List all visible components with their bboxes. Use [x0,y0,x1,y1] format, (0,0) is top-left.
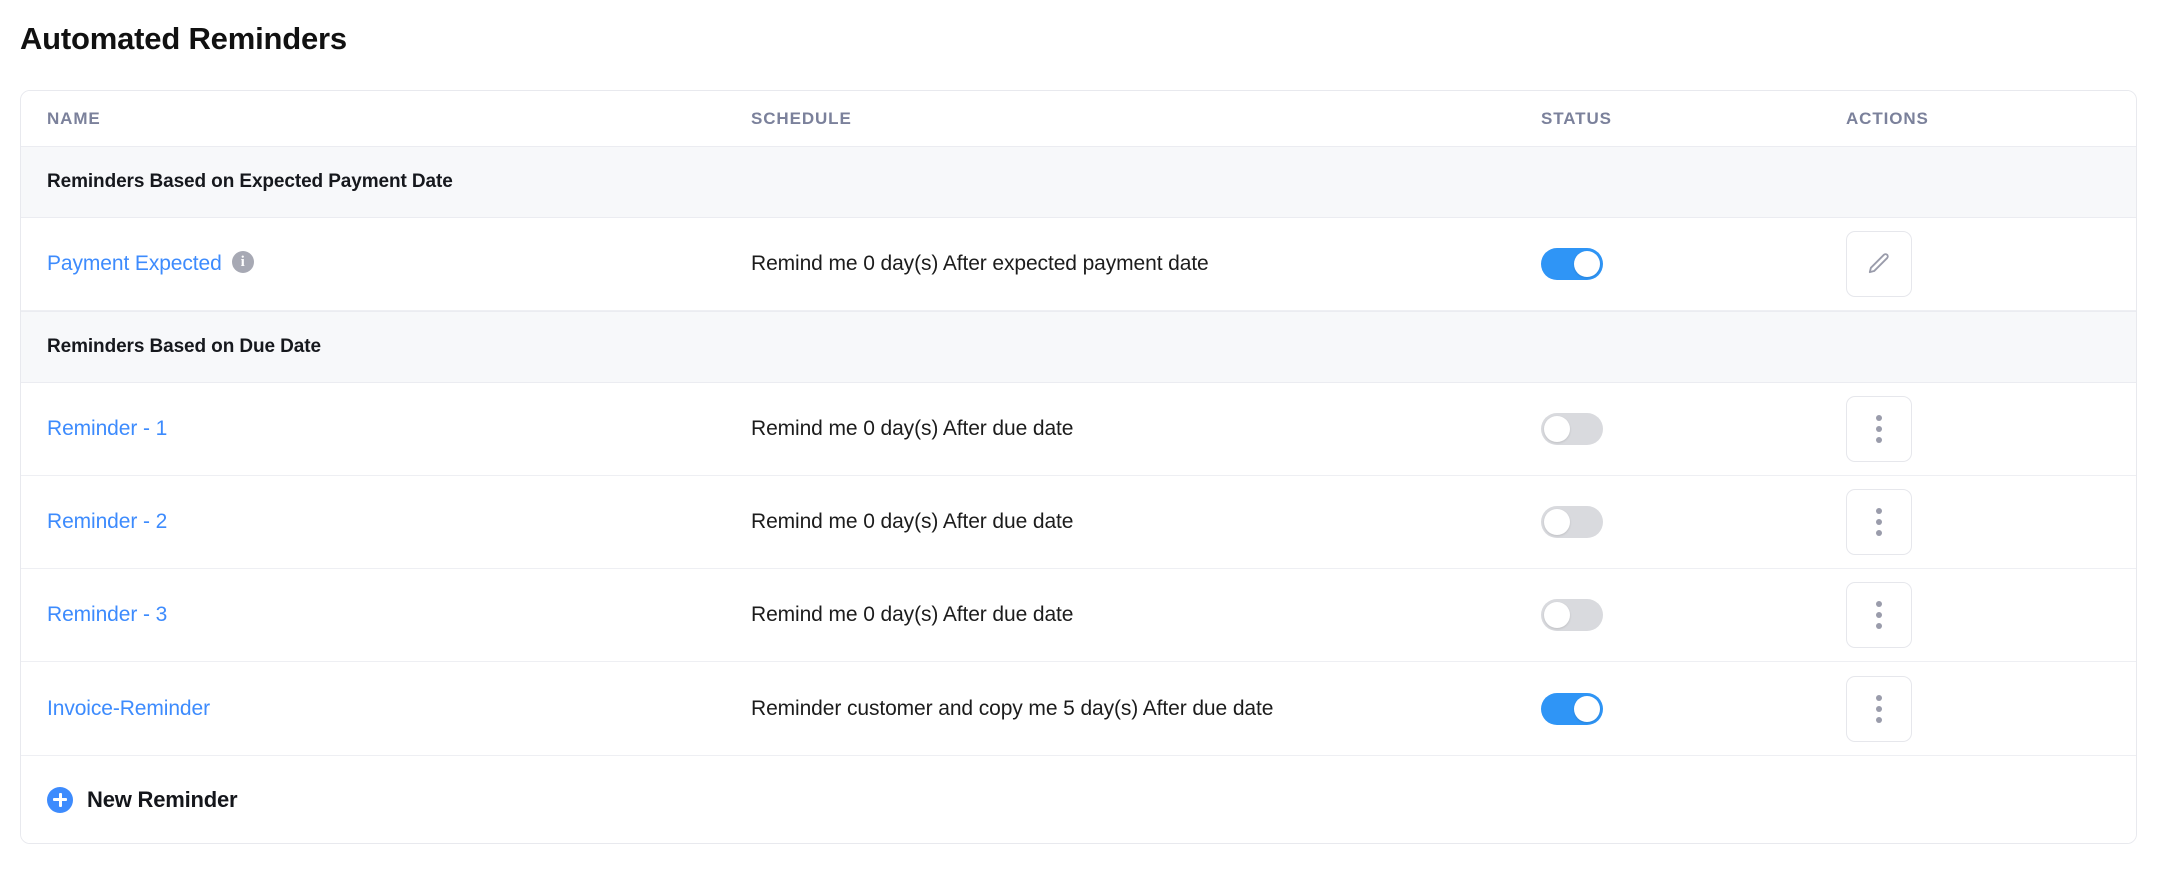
row-name-cell: Reminder - 2 [21,510,751,534]
status-toggle[interactable] [1541,413,1603,445]
row-name-cell: Payment Expected i [21,251,751,276]
toggle-knob [1544,416,1570,442]
reminder-name-link[interactable]: Reminder - 3 [47,603,167,627]
row-actions-cell [1846,675,2136,742]
table-row: Reminder - 1 Remind me 0 day(s) After du… [21,383,2136,476]
automated-reminders-page: Automated Reminders NAME SCHEDULE STATUS… [0,0,2160,870]
row-menu-button[interactable] [1846,675,1912,742]
group-header-row: Reminders Based on Expected Payment Date [21,146,2136,218]
row-schedule-cell: Remind me 0 day(s) After due date [751,417,1541,441]
row-schedule-cell: Remind me 0 day(s) After due date [751,510,1541,534]
status-toggle[interactable] [1541,248,1603,280]
row-status-cell [1541,248,1846,280]
row-name-cell: Reminder - 3 [21,603,751,627]
row-menu-button[interactable] [1846,489,1912,555]
table-row: Reminder - 3 Remind me 0 day(s) After du… [21,569,2136,662]
schedule-text: Remind me 0 day(s) After due date [751,417,1074,440]
group-header-row: Reminders Based on Due Date [21,311,2136,383]
column-header-actions: ACTIONS [1846,108,1929,128]
column-header-name-cell: NAME [21,109,751,129]
info-icon[interactable]: i [231,251,254,273]
kebab-menu-icon [1876,508,1882,536]
schedule-text: Remind me 0 day(s) After expected paymen… [751,252,1209,275]
group-title: Reminders Based on Due Date [47,336,321,357]
row-status-cell [1541,599,1846,631]
edit-button[interactable] [1846,231,1912,297]
kebab-menu-icon [1876,601,1882,629]
status-toggle[interactable] [1541,692,1603,725]
row-menu-button[interactable] [1846,582,1912,648]
row-status-cell [1541,506,1846,538]
toggle-knob [1574,695,1600,722]
reminder-name-link[interactable]: Reminder - 1 [47,417,167,441]
row-actions-cell [1846,582,2136,648]
reminder-name-link[interactable]: Invoice-Reminder [47,697,210,721]
group-title: Reminders Based on Expected Payment Date [47,171,453,192]
reminder-name-link[interactable]: Payment Expected [47,252,222,276]
row-menu-button[interactable] [1846,396,1912,462]
row-schedule-cell: Reminder customer and copy me 5 day(s) A… [751,697,1541,721]
schedule-text: Reminder customer and copy me 5 day(s) A… [751,696,1274,720]
reminder-name-link[interactable]: Reminder - 2 [47,510,167,534]
table-header-row: NAME SCHEDULE STATUS ACTIONS [21,91,2136,146]
column-header-schedule: SCHEDULE [751,108,852,128]
schedule-text: Remind me 0 day(s) After due date [751,603,1074,626]
kebab-menu-icon [1876,694,1882,723]
table-row: Invoice-Reminder Reminder customer and c… [21,662,2136,755]
column-header-status-cell: STATUS [1541,109,1846,129]
new-reminder-label[interactable]: New Reminder [87,787,238,813]
status-toggle[interactable] [1541,506,1603,538]
toggle-knob [1544,602,1570,628]
column-header-status: STATUS [1541,108,1612,128]
table-row: Reminder - 2 Remind me 0 day(s) After du… [21,476,2136,569]
group-header-cell: Reminders Based on Expected Payment Date [21,171,453,193]
row-actions-cell [1846,396,2136,462]
toggle-knob [1544,509,1570,535]
group-header-cell: Reminders Based on Due Date [21,336,321,358]
row-name-cell: Reminder - 1 [21,417,751,441]
new-reminder-row[interactable]: New Reminder [21,755,2136,843]
schedule-text: Remind me 0 day(s) After due date [751,510,1074,533]
toggle-knob [1574,251,1600,277]
table-row: Payment Expected i Remind me 0 day(s) Aft… [21,218,2136,311]
pencil-icon [1868,253,1889,274]
kebab-menu-icon [1876,415,1882,443]
row-actions-cell [1846,231,2136,297]
page-title: Automated Reminders [20,21,347,56]
row-schedule-cell: Remind me 0 day(s) After due date [751,603,1541,627]
row-status-cell [1541,692,1846,725]
column-header-schedule-cell: SCHEDULE [751,109,1541,129]
plus-circle-icon[interactable] [47,786,73,813]
column-header-actions-cell: ACTIONS [1846,109,2136,129]
column-header-name: NAME [47,108,101,128]
status-toggle[interactable] [1541,599,1603,631]
row-actions-cell [1846,489,2136,555]
row-status-cell [1541,413,1846,445]
row-name-cell: Invoice-Reminder [21,697,751,721]
reminders-table-card: NAME SCHEDULE STATUS ACTIONS Reminders B… [20,90,2137,844]
row-schedule-cell: Remind me 0 day(s) After expected paymen… [751,252,1541,276]
